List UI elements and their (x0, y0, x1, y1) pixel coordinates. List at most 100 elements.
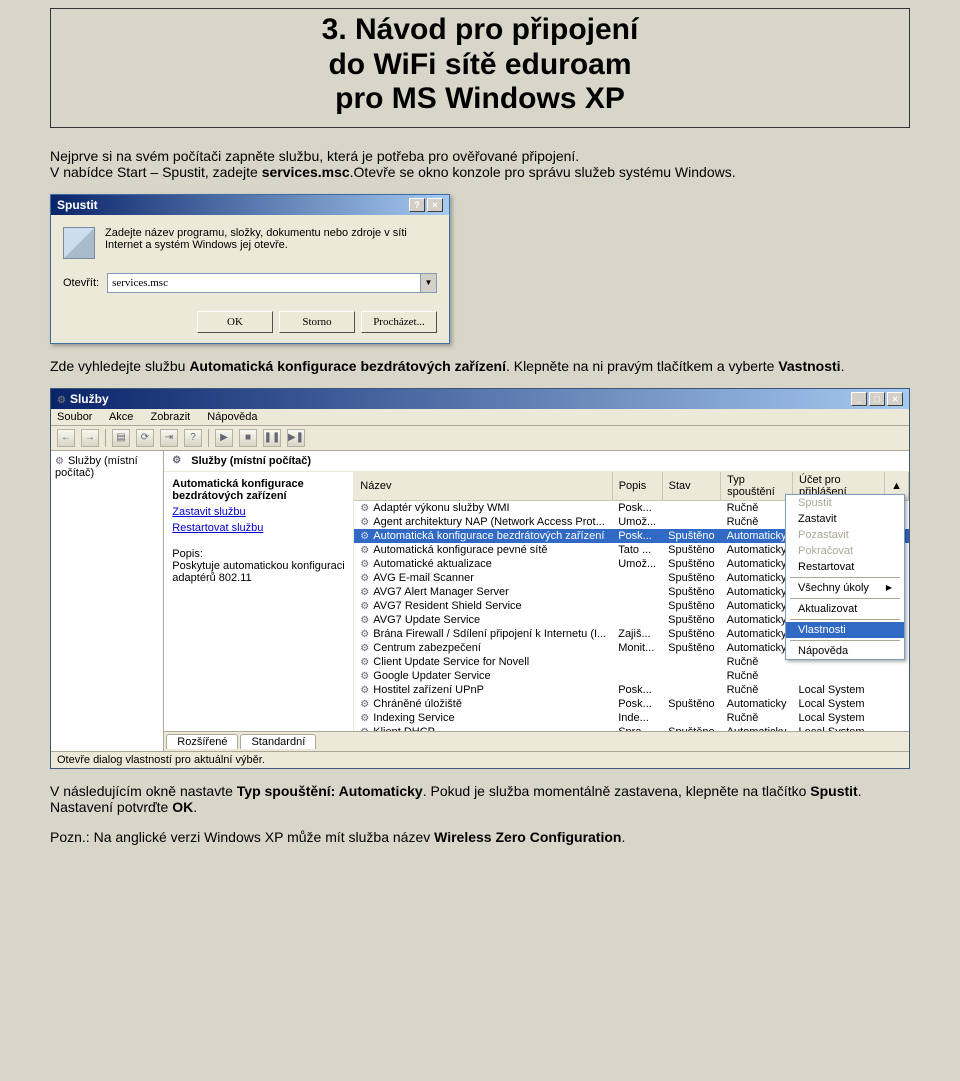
services-tabs: Rozšířené Standardní (164, 731, 909, 751)
cell: Spuštěno (662, 543, 720, 557)
play-icon[interactable]: ▶ (215, 429, 233, 447)
refresh-icon[interactable]: ⟳ (136, 429, 154, 447)
services-list[interactable]: Název Popis Stav Typ spouštění Účet pro … (354, 472, 909, 731)
ctx-stop[interactable]: Zastavit (786, 511, 904, 527)
separator (790, 598, 900, 599)
ctx-start[interactable]: Spustit (786, 495, 904, 511)
maximize-icon[interactable]: □ (869, 392, 885, 406)
text: Zde vyhledejte službu (50, 358, 189, 374)
ctx-all-tasks[interactable]: Všechny úkoly▶ (786, 580, 904, 596)
ok-button[interactable]: OK (197, 311, 273, 333)
ctx-restart[interactable]: Restartovat (786, 559, 904, 575)
ctx-help[interactable]: Nápověda (786, 643, 904, 659)
run-icon (63, 227, 95, 259)
back-icon[interactable]: ← (57, 429, 75, 447)
cell: Automaticky (721, 613, 793, 627)
text: V nabídce Start – Spustit, zadejte (50, 164, 262, 180)
menu-item-action[interactable]: Akce (109, 411, 133, 423)
cell: Spuštěno (662, 627, 720, 641)
close-icon[interactable]: × (887, 392, 903, 406)
browse-button[interactable]: Procházet... (361, 311, 437, 333)
properties-icon[interactable]: ▤ (112, 429, 130, 447)
open-combobox[interactable]: ▼ (107, 273, 437, 293)
close-icon[interactable]: × (427, 198, 443, 212)
pause-icon[interactable]: ❚❚ (263, 429, 281, 447)
table-row[interactable]: Chráněné úložištěPosk...SpuštěnoAutomati… (354, 697, 908, 711)
run-dialog: Spustit ? × Zadejte název programu, slož… (50, 194, 450, 344)
tab-extended[interactable]: Rozšířené (166, 734, 238, 749)
tree-item-local[interactable]: Služby (místní počítač) (55, 455, 138, 479)
cell: Brána Firewall / Sdílení připojení k Int… (354, 627, 612, 641)
table-row[interactable]: Google Updater ServiceRučně (354, 669, 908, 683)
services-toolbar: ← → ▤ ⟳ ⇥ ? ▶ ■ ❚❚ ▶❚ (51, 426, 909, 451)
tab-standard[interactable]: Standardní (240, 734, 316, 749)
cell (662, 711, 720, 725)
panel-heading: Služby (místní počítač) (191, 455, 311, 467)
run-titlebar: Spustit ? × (51, 195, 449, 215)
cell (662, 655, 720, 669)
table-row[interactable]: Indexing ServiceInde...RučněLocal System (354, 711, 908, 725)
para-find-service: Zde vyhledejte službu Automatická konfig… (50, 358, 910, 374)
table-row[interactable]: Klient DHCPSpra...SpuštěnoAutomatickyLoc… (354, 725, 908, 731)
menu-item-help[interactable]: Nápověda (207, 411, 257, 423)
cell: AVG7 Update Service (354, 613, 612, 627)
cell: Automaticky (721, 697, 793, 711)
cell: Automaticky (721, 627, 793, 641)
chevron-down-icon[interactable]: ▼ (420, 274, 436, 292)
selected-service-name: Automatická konfigurace bezdrátových zař… (172, 478, 345, 502)
col-status[interactable]: Stav (662, 472, 720, 501)
help-icon[interactable]: ? (409, 198, 425, 212)
col-desc[interactable]: Popis (612, 472, 662, 501)
table-row[interactable]: Hostitel zařízení UPnPPosk...RučněLocal … (354, 683, 908, 697)
restart-service-link[interactable]: Restartovat službu (172, 522, 345, 534)
text: . (841, 358, 845, 374)
ctx-pause[interactable]: Pozastavit (786, 527, 904, 543)
description-text: Poskytuje automatickou konfiguraci adapt… (172, 560, 345, 584)
minimize-icon[interactable]: _ (851, 392, 867, 406)
cell: Posk... (612, 683, 662, 697)
cell: Automaticky (721, 557, 793, 571)
cell: Automatické aktualizace (354, 557, 612, 571)
stop-service-link[interactable]: Zastavit službu (172, 506, 345, 518)
forward-icon[interactable]: → (81, 429, 99, 447)
open-input[interactable] (108, 274, 420, 292)
ok-bold: OK (172, 799, 193, 815)
help-icon[interactable]: ? (184, 429, 202, 447)
cell: Automaticky (721, 571, 793, 585)
col-name[interactable]: Název (354, 472, 612, 501)
services-title-text: Služby (70, 392, 109, 406)
cell: Automaticky (721, 641, 793, 655)
cell: Umož... (612, 557, 662, 571)
text: . (621, 829, 625, 845)
ctx-refresh[interactable]: Aktualizovat (786, 601, 904, 617)
cell: Agent architektury NAP (Network Access P… (354, 515, 612, 529)
cell: Spuštěno (662, 599, 720, 613)
cell: Automaticky (721, 529, 793, 543)
cancel-button[interactable]: Storno (279, 311, 355, 333)
separator (105, 429, 106, 447)
export-icon[interactable]: ⇥ (160, 429, 178, 447)
cell: AVG E-mail Scanner (354, 571, 612, 585)
menu-item-view[interactable]: Zobrazit (150, 411, 190, 423)
text: . Klepněte na ni pravým tlačítkem a vybe… (506, 358, 778, 374)
menu-item-file[interactable]: Soubor (57, 411, 92, 423)
cell (612, 599, 662, 613)
ctx-resume[interactable]: Pokračovat (786, 543, 904, 559)
service-detail-panel: Automatická konfigurace bezdrátových zař… (164, 472, 354, 731)
cell: Adaptér výkonu služby WMI (354, 500, 612, 515)
services-tree[interactable]: ⚙Služby (místní počítač) (51, 451, 164, 751)
cell: AVG7 Resident Shield Service (354, 599, 612, 613)
cell: Spuštěno (662, 529, 720, 543)
gear-icon: ⚙ (57, 395, 66, 406)
col-startup[interactable]: Typ spouštění (721, 472, 793, 501)
cell: Local System (793, 711, 885, 725)
ctx-properties[interactable]: Vlastnosti (786, 622, 904, 638)
cell: Spuštěno (662, 697, 720, 711)
cell: Ručně (721, 669, 793, 683)
restart-icon[interactable]: ▶❚ (287, 429, 305, 447)
cell: Monit... (612, 641, 662, 655)
run-title-text: Spustit (57, 198, 98, 212)
stop-icon[interactable]: ■ (239, 429, 257, 447)
cell: Posk... (612, 529, 662, 543)
context-menu: Spustit Zastavit Pozastavit Pokračovat R… (785, 494, 905, 660)
